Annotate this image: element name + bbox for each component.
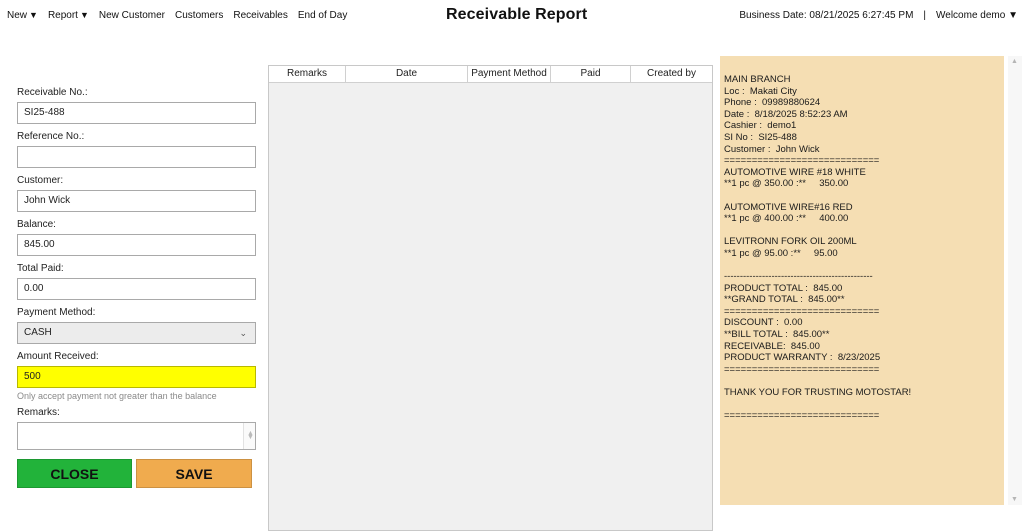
receipt-preview: MAIN BRANCH Loc : Makati City Phone : 0998… [720,56,1004,505]
customer-label: Customer: [17,175,64,186]
balance-group: Balance: 845.00 [17,218,256,256]
scroll-down-icon[interactable]: ▼ [1011,496,1018,503]
menu-bar: New ▼ Report ▼ New Customer Customers Rece… [0,0,1024,32]
receipt-line: **GRAND TOTAL : 845.00** [724,294,845,306]
payment-method-value: CASH [24,327,52,338]
receipt-line: ============================ [724,155,880,167]
total-paid-input[interactable]: 0.00 [17,278,256,300]
receipt-line: RECEIVABLE: 845.00 [724,340,820,352]
menu-receivables[interactable]: Receivables [233,10,287,21]
caret-down-icon: ▼ [79,10,89,20]
reference-no-input[interactable] [17,146,256,168]
receipt-line: SI No : SI25-488 [724,131,797,143]
column-header-remarks[interactable]: Remarks [269,66,346,82]
menu-report[interactable]: Report ▼ [48,10,89,21]
caret-down-icon: ▼ [1008,10,1018,21]
receipt-line [724,260,1004,272]
reference-no-label: Reference No.: [17,131,85,142]
amount-hint: Only accept payment not greater than the… [17,391,217,401]
receipt-line: LEVITRONN FORK OIL 200ML [724,236,857,248]
menu-new-customer[interactable]: New Customer [99,10,165,21]
receipt-line: ============================ [724,363,880,375]
total-paid-group: Total Paid: 0.00 [17,262,256,300]
payment-method-select[interactable]: CASH ⌄ [17,322,256,344]
receipt-line: PRODUCT TOTAL : 845.00 [724,282,843,294]
receipt-line: **1 pc @ 95.00 :** 95.00 [724,247,838,259]
scroll-down-icon[interactable]: ▼ [247,428,254,448]
receipt-scrollbar[interactable]: ▲ ▼ [1008,56,1022,505]
receipt-line: ============================ [724,410,880,422]
customer-input[interactable]: John Wick [17,190,256,212]
total-paid-label: Total Paid: [17,263,64,274]
amount-received-input[interactable]: 500 [17,366,256,388]
receipt-line: **1 pc @ 350.00 :** 350.00 [724,178,849,190]
receipt-line: DISCOUNT : 0.00 [724,317,803,329]
receipt-line: MAIN BRANCH [724,74,791,85]
receipt-line: ============================ [724,305,880,317]
receipt-line: **1 pc @ 400.00 :** 400.00 [724,213,849,225]
receipt-line: Customer : John Wick [724,143,820,155]
receipt-line: Phone : 09989880624 [724,97,821,109]
menu-new[interactable]: New ▼ [7,10,38,21]
column-header-date[interactable]: Date [346,66,468,82]
remarks-textarea[interactable]: ▲ ▼ [17,422,256,450]
receipt-line [724,225,1004,237]
column-header-created-by[interactable]: Created by [631,66,712,82]
header-separator: | [923,10,927,21]
reference-no-group: Reference No.: [17,130,256,168]
receipt-line: THANK YOU FOR TRUSTING MOTOSTAR! [724,387,912,399]
close-button[interactable]: CLOSE [17,459,132,488]
payment-method-group: Payment Method: CASH ⌄ [17,306,256,344]
remarks-group: Remarks: ▲ ▼ [17,406,256,450]
header-info: Business Date: 08/21/2025 6:27:45 PM | Wel… [739,10,1018,21]
receipt-line: Loc : Makati City [724,85,797,97]
menu-customers[interactable]: Customers [175,10,223,21]
balance-input[interactable]: 845.00 [17,234,256,256]
receivable-no-group: Receivable No.: SI25-488 [17,86,256,124]
remarks-label: Remarks: [17,407,60,418]
column-header-paid[interactable]: Paid [551,66,631,82]
column-header-payment-method[interactable]: Payment Method [468,66,551,82]
receipt-line: PRODUCT WARRANTY : 8/23/2025 [724,352,881,364]
menu-end-of-day[interactable]: End of Day [298,10,347,21]
receipt-line: AUTOMOTIVE WIRE #18 WHITE [724,166,866,178]
receipt-line: Cashier : demo1 [724,120,797,132]
chevron-down-icon: ⌄ [239,328,247,338]
caret-down-icon: ▼ [29,10,38,20]
receipt-line [724,375,1004,387]
customer-group: Customer: John Wick [17,174,256,212]
payments-grid[interactable]: Remarks Date Payment Method Paid Created… [268,65,713,531]
receipt-line: **BILL TOTAL : 845.00** [724,329,830,341]
receipt-line: Date : 8/18/2025 8:52:23 AM [724,108,848,120]
remarks-scrollbar[interactable]: ▲ ▼ [243,423,255,449]
scroll-up-icon[interactable]: ▲ [1011,58,1018,65]
amount-received-label: Amount Received: [17,351,99,362]
receipt-line [724,399,1004,411]
save-button[interactable]: SAVE [136,459,252,488]
balance-label: Balance: [17,219,56,230]
grid-header: Remarks Date Payment Method Paid Created… [269,66,712,83]
payment-method-label: Payment Method: [17,307,96,318]
receipt-line: AUTOMOTIVE WIRE#16 RED [724,201,853,213]
amount-received-group: Amount Received: 500 Only accept payment… [17,350,256,401]
receipt-line [724,190,1004,202]
receivable-no-label: Receivable No.: [17,87,88,98]
business-date: Business Date: 08/21/2025 6:27:45 PM [739,10,914,21]
user-menu[interactable]: Welcome demo ▼ [936,10,1018,21]
main-menu: New ▼ Report ▼ New Customer Customers Rece… [7,10,357,21]
page-title: Receivable Report [446,6,588,23]
receivable-no-input[interactable]: SI25-488 [17,102,256,124]
receipt-line: ----------------------------------------… [724,271,873,283]
